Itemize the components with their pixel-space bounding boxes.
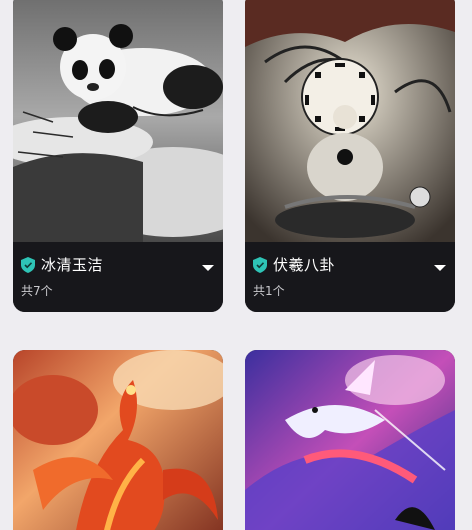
chevron-down-icon[interactable]: [433, 258, 447, 271]
wallpaper-card-3[interactable]: [13, 350, 223, 530]
wallpaper-card-4[interactable]: [245, 350, 455, 530]
card-footer: 冰清玉洁 共7个: [13, 242, 223, 312]
card-footer: 伏羲八卦 共1个: [245, 242, 455, 312]
wallpaper-grid: 冰清玉洁 共7个 伏羲八卦 共1个: [0, 0, 472, 530]
title-row: 伏羲八卦: [253, 254, 335, 275]
shield-icon: [253, 256, 267, 273]
shield-icon: [21, 256, 35, 273]
fuxi-image: [245, 0, 455, 242]
chevron-down-icon[interactable]: [201, 258, 215, 271]
card-title: 伏羲八卦: [273, 256, 336, 274]
card-title: 冰清玉洁: [41, 256, 104, 274]
dragon-image: [245, 350, 455, 530]
item-count: 共7个: [21, 284, 53, 298]
item-count: 共1个: [253, 284, 285, 298]
wallpaper-card-2[interactable]: 伏羲八卦 共1个: [245, 0, 455, 312]
phoenix-image: [13, 350, 223, 530]
panda-image: [13, 0, 223, 242]
title-row: 冰清玉洁: [21, 254, 103, 275]
wallpaper-card-1[interactable]: 冰清玉洁 共7个: [13, 0, 223, 312]
